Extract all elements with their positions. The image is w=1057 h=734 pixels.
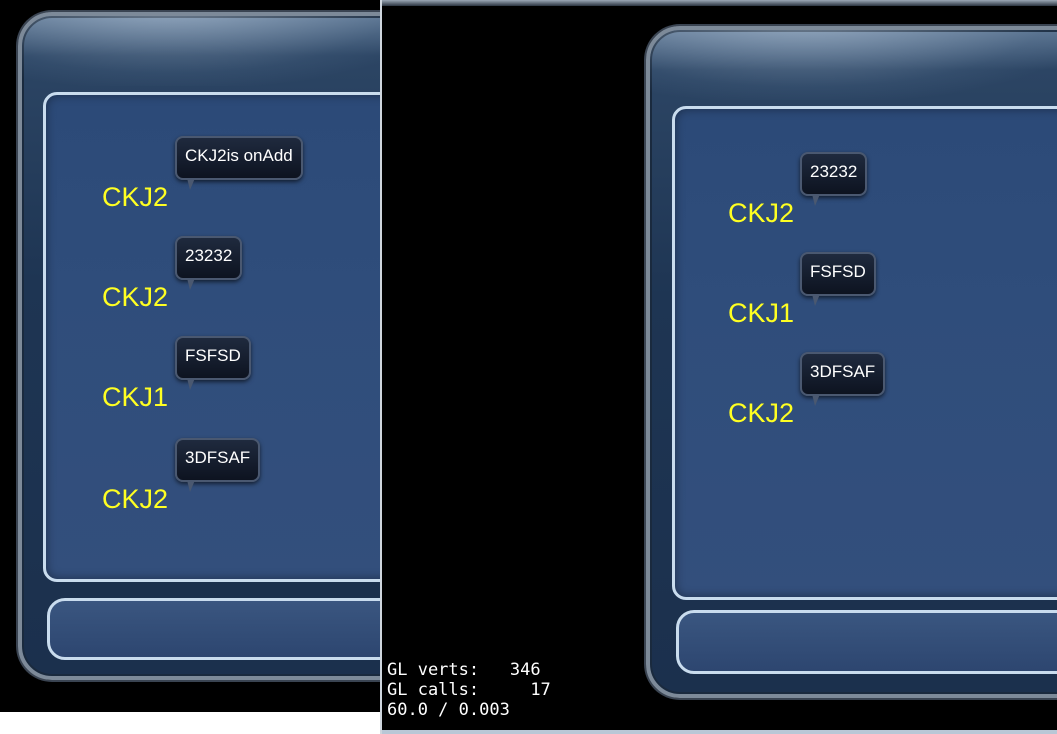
chat-input-bar[interactable] [47, 598, 386, 660]
message-text: FSFSD [810, 262, 866, 281]
gl-verts-label: GL verts: [387, 660, 480, 680]
message-bubble: 23232 [800, 152, 868, 206]
gl-stats-overlay: GL verts: 346 GL calls: 17 60.0 / 0.003 [387, 660, 551, 720]
right-game-window: 23232 CKJ2 FSFSD CKJ1 3DFSAF CKJ2 GL ver… [380, 0, 1057, 734]
message-bubble: FSFSD [800, 252, 876, 306]
fps-readout: 60.0 / 0.003 [387, 700, 510, 720]
gl-verts-value: 346 [509, 660, 541, 680]
sender-name: CKJ2 [102, 182, 169, 212]
sender-name: CKJ2 [728, 198, 795, 228]
message-bubble: CKJ2is onAdd [175, 136, 303, 190]
message-text: 3DFSAF [185, 448, 251, 467]
message-text: 23232 [185, 246, 233, 265]
window-top-edge [382, 0, 1057, 6]
message-bubble: FSFSD [175, 336, 251, 390]
chat-input-bar[interactable] [676, 610, 1057, 674]
gl-calls-label: GL calls: [387, 680, 480, 700]
sender-name: CKJ1 [102, 382, 169, 412]
sender-name: CKJ2 [728, 398, 795, 428]
message-text: CKJ2is onAdd [185, 146, 293, 165]
left-game-window: CKJ2is onAdd CKJ2 23232 CKJ2 FSFSD CKJ1 … [0, 0, 386, 712]
sender-name: CKJ1 [728, 298, 795, 328]
sender-name: CKJ2 [102, 484, 169, 514]
gl-calls-value: 17 [530, 680, 551, 700]
message-bubble: 3DFSAF [800, 352, 886, 406]
message-text: FSFSD [185, 346, 241, 365]
window-bottom-edge [382, 730, 1057, 734]
message-text: 3DFSAF [810, 362, 876, 381]
message-bubble: 23232 [175, 236, 243, 290]
window-bottom-strip [0, 712, 386, 734]
sender-name: CKJ2 [102, 282, 169, 312]
message-text: 23232 [810, 162, 858, 181]
message-bubble: 3DFSAF [175, 438, 261, 492]
